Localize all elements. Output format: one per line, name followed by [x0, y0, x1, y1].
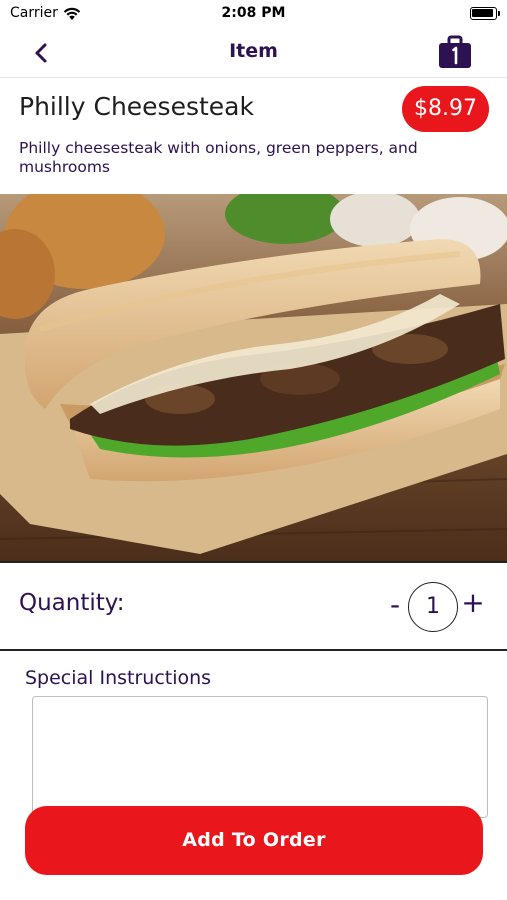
status-bar: Carrier 2:08 PM [0, 0, 507, 28]
quantity-value: 1 [408, 582, 458, 632]
divider-bottom [0, 649, 507, 651]
price-badge: $8.97 [402, 86, 489, 132]
page-title: Item [229, 40, 278, 62]
increase-quantity-button[interactable]: + [460, 586, 486, 619]
special-instructions-label: Special Instructions [25, 667, 212, 689]
divider-top [0, 561, 507, 563]
special-instructions-input[interactable] [32, 696, 488, 818]
status-time: 2:08 PM [221, 5, 286, 21]
battery-icon [470, 7, 500, 20]
decrease-quantity-button[interactable]: - [384, 588, 406, 621]
nav-bar: Item [0, 28, 507, 78]
item-name: Philly Cheesesteak [19, 92, 254, 121]
philly-cheesesteak-photo [0, 194, 507, 562]
add-to-order-button[interactable]: Add To Order [25, 806, 483, 875]
item-photo [0, 194, 507, 562]
quantity-label: Quantity: [19, 590, 125, 616]
item-description: Philly cheesesteak with onions, green pe… [19, 139, 418, 176]
shopping-bag-icon[interactable] [437, 34, 473, 70]
